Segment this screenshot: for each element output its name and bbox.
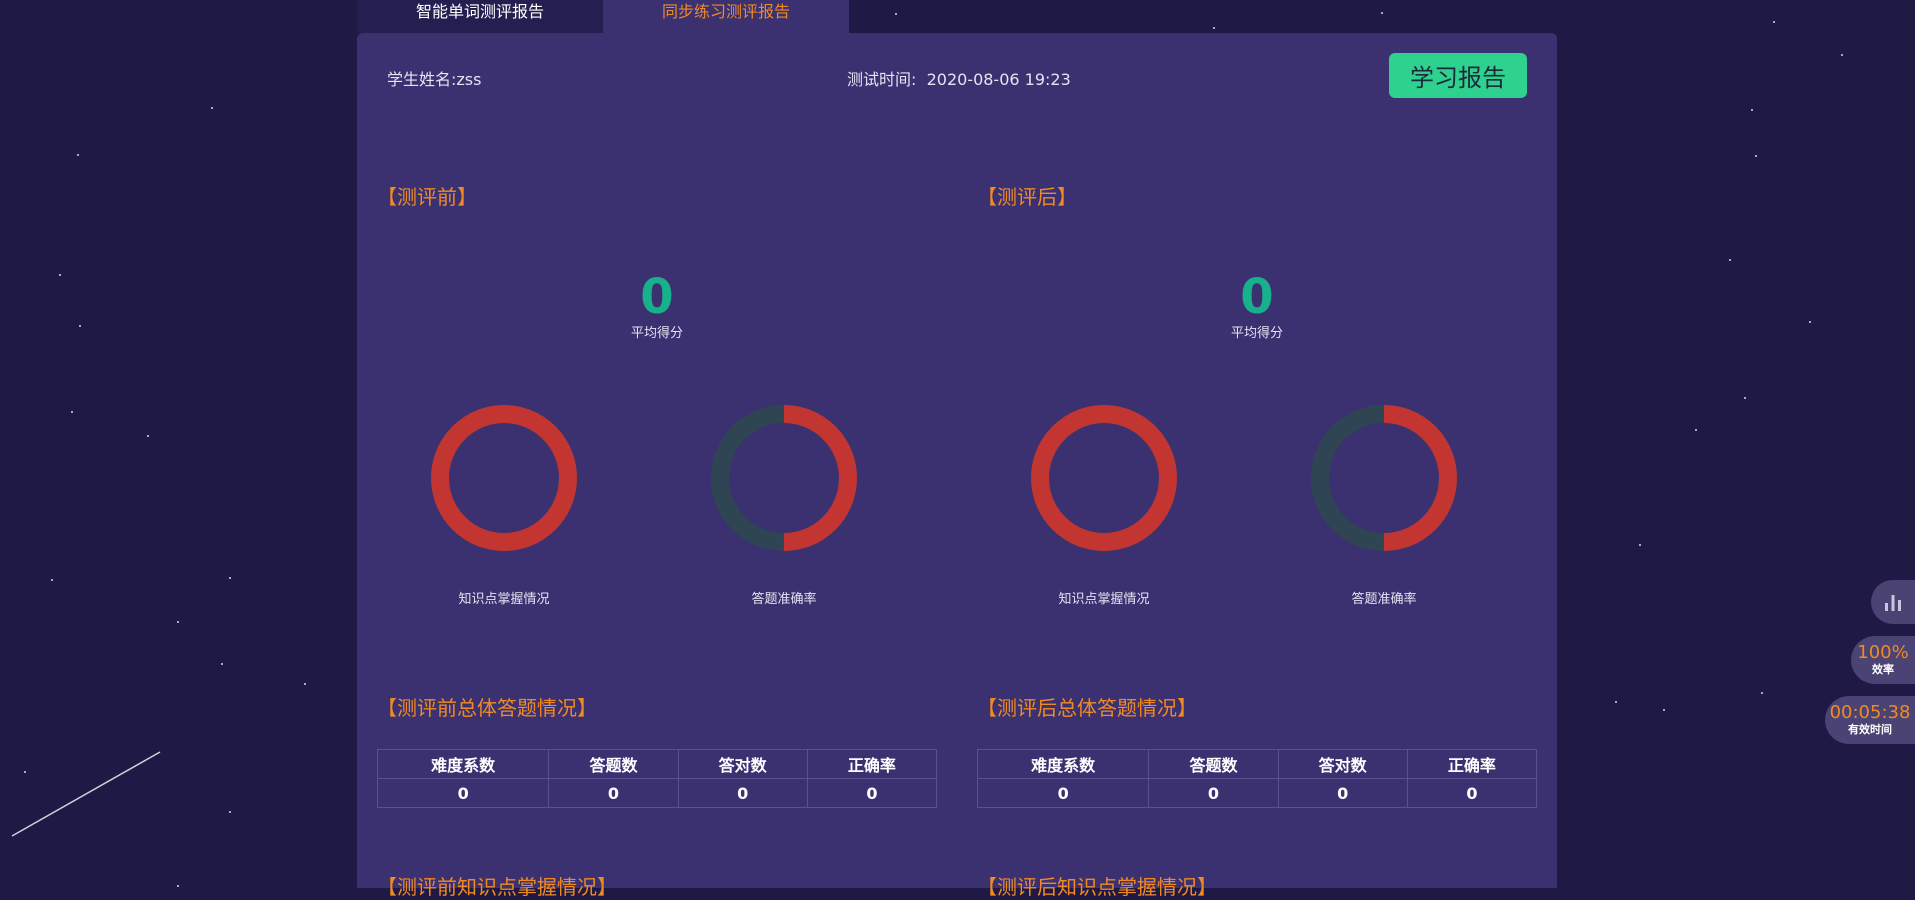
study-report-button[interactable]: 学习报告 — [1389, 53, 1527, 98]
statistics-button[interactable] — [1871, 580, 1915, 624]
before-knowledge-donut — [431, 405, 577, 551]
effective-time-widget: 00:05:38 有效时间 — [1825, 696, 1915, 744]
after-summary-table: 难度系数 答题数 答对数 正确率 0 0 0 0 — [976, 749, 1538, 808]
efficiency-widget: 100% 效率 — [1851, 636, 1915, 684]
donut-fill — [1031, 405, 1177, 551]
header-answered: 答题数 — [1148, 749, 1279, 779]
header-answered: 答题数 — [548, 749, 679, 779]
after-score-label: 平均得分 — [1230, 326, 1283, 341]
header-accuracy: 正确率 — [1406, 749, 1538, 779]
after-knowledge-title: 【测评后知识点掌握情况】 — [977, 875, 1217, 899]
cell-accuracy: 0 — [806, 778, 938, 808]
after-title: 【测评后】 — [977, 185, 1077, 209]
effective-time-label: 有效时间 — [1848, 723, 1892, 736]
efficiency-label: 效率 — [1872, 663, 1894, 676]
student-name: zss — [456, 70, 482, 89]
after-knowledge-label: 知识点掌握情况 — [1058, 592, 1150, 607]
after-summary-title: 【测评后总体答题情况】 — [977, 696, 1197, 720]
table-row: 0 0 0 0 — [976, 778, 1538, 808]
student-info: 学生姓名:zss — [387, 70, 482, 89]
before-accuracy-label: 答题准确率 — [751, 592, 817, 607]
table-header-row: 难度系数 答题数 答对数 正确率 — [376, 749, 938, 779]
bar-chart-icon — [1885, 595, 1901, 611]
header-accuracy: 正确率 — [806, 749, 938, 779]
before-average-score: 0 — [640, 269, 674, 325]
before-score-label: 平均得分 — [630, 326, 683, 341]
header-correct: 答对数 — [1277, 749, 1408, 779]
after-accuracy-donut — [1311, 405, 1457, 551]
table-header-row: 难度系数 答题数 答对数 正确率 — [976, 749, 1538, 779]
after-knowledge-donut — [1031, 405, 1177, 551]
donut-fill — [431, 405, 577, 551]
effective-time-value: 00:05:38 — [1829, 702, 1911, 723]
before-summary-title: 【测评前总体答题情况】 — [377, 696, 597, 720]
before-title: 【测评前】 — [377, 185, 477, 209]
before-knowledge-title: 【测评前知识点掌握情况】 — [377, 875, 617, 899]
header-difficulty: 难度系数 — [976, 749, 1150, 779]
after-average-score: 0 — [1240, 269, 1274, 325]
cell-correct: 0 — [677, 778, 808, 808]
tab-practice-report[interactable]: 同步练习测评报告 — [603, 0, 849, 33]
cell-answered: 0 — [548, 778, 679, 808]
cell-answered: 0 — [1148, 778, 1279, 808]
header-difficulty: 难度系数 — [376, 749, 550, 779]
report-panel: 学生姓名:zss 测试时间: 2020-08-06 19:23 学习报告 【测评… — [357, 33, 1557, 899]
tab-word-report[interactable]: 智能单词测评报告 — [357, 0, 603, 33]
before-summary-table: 难度系数 答题数 答对数 正确率 0 0 0 0 — [376, 749, 938, 808]
before-knowledge-label: 知识点掌握情况 — [458, 592, 550, 607]
cell-accuracy: 0 — [1406, 778, 1538, 808]
test-time-value: 2020-08-06 19:23 — [926, 70, 1071, 89]
before-accuracy-donut — [711, 405, 857, 551]
cell-difficulty: 0 — [376, 778, 550, 808]
header-correct: 答对数 — [677, 749, 808, 779]
cell-correct: 0 — [1277, 778, 1408, 808]
after-accuracy-label: 答题准确率 — [1351, 592, 1417, 607]
table-row: 0 0 0 0 — [376, 778, 938, 808]
test-time: 测试时间: 2020-08-06 19:23 — [847, 70, 1071, 89]
cell-difficulty: 0 — [976, 778, 1150, 808]
efficiency-value: 100% — [1857, 642, 1909, 663]
report-tabs: 智能单词测评报告 同步练习测评报告 — [357, 0, 849, 33]
